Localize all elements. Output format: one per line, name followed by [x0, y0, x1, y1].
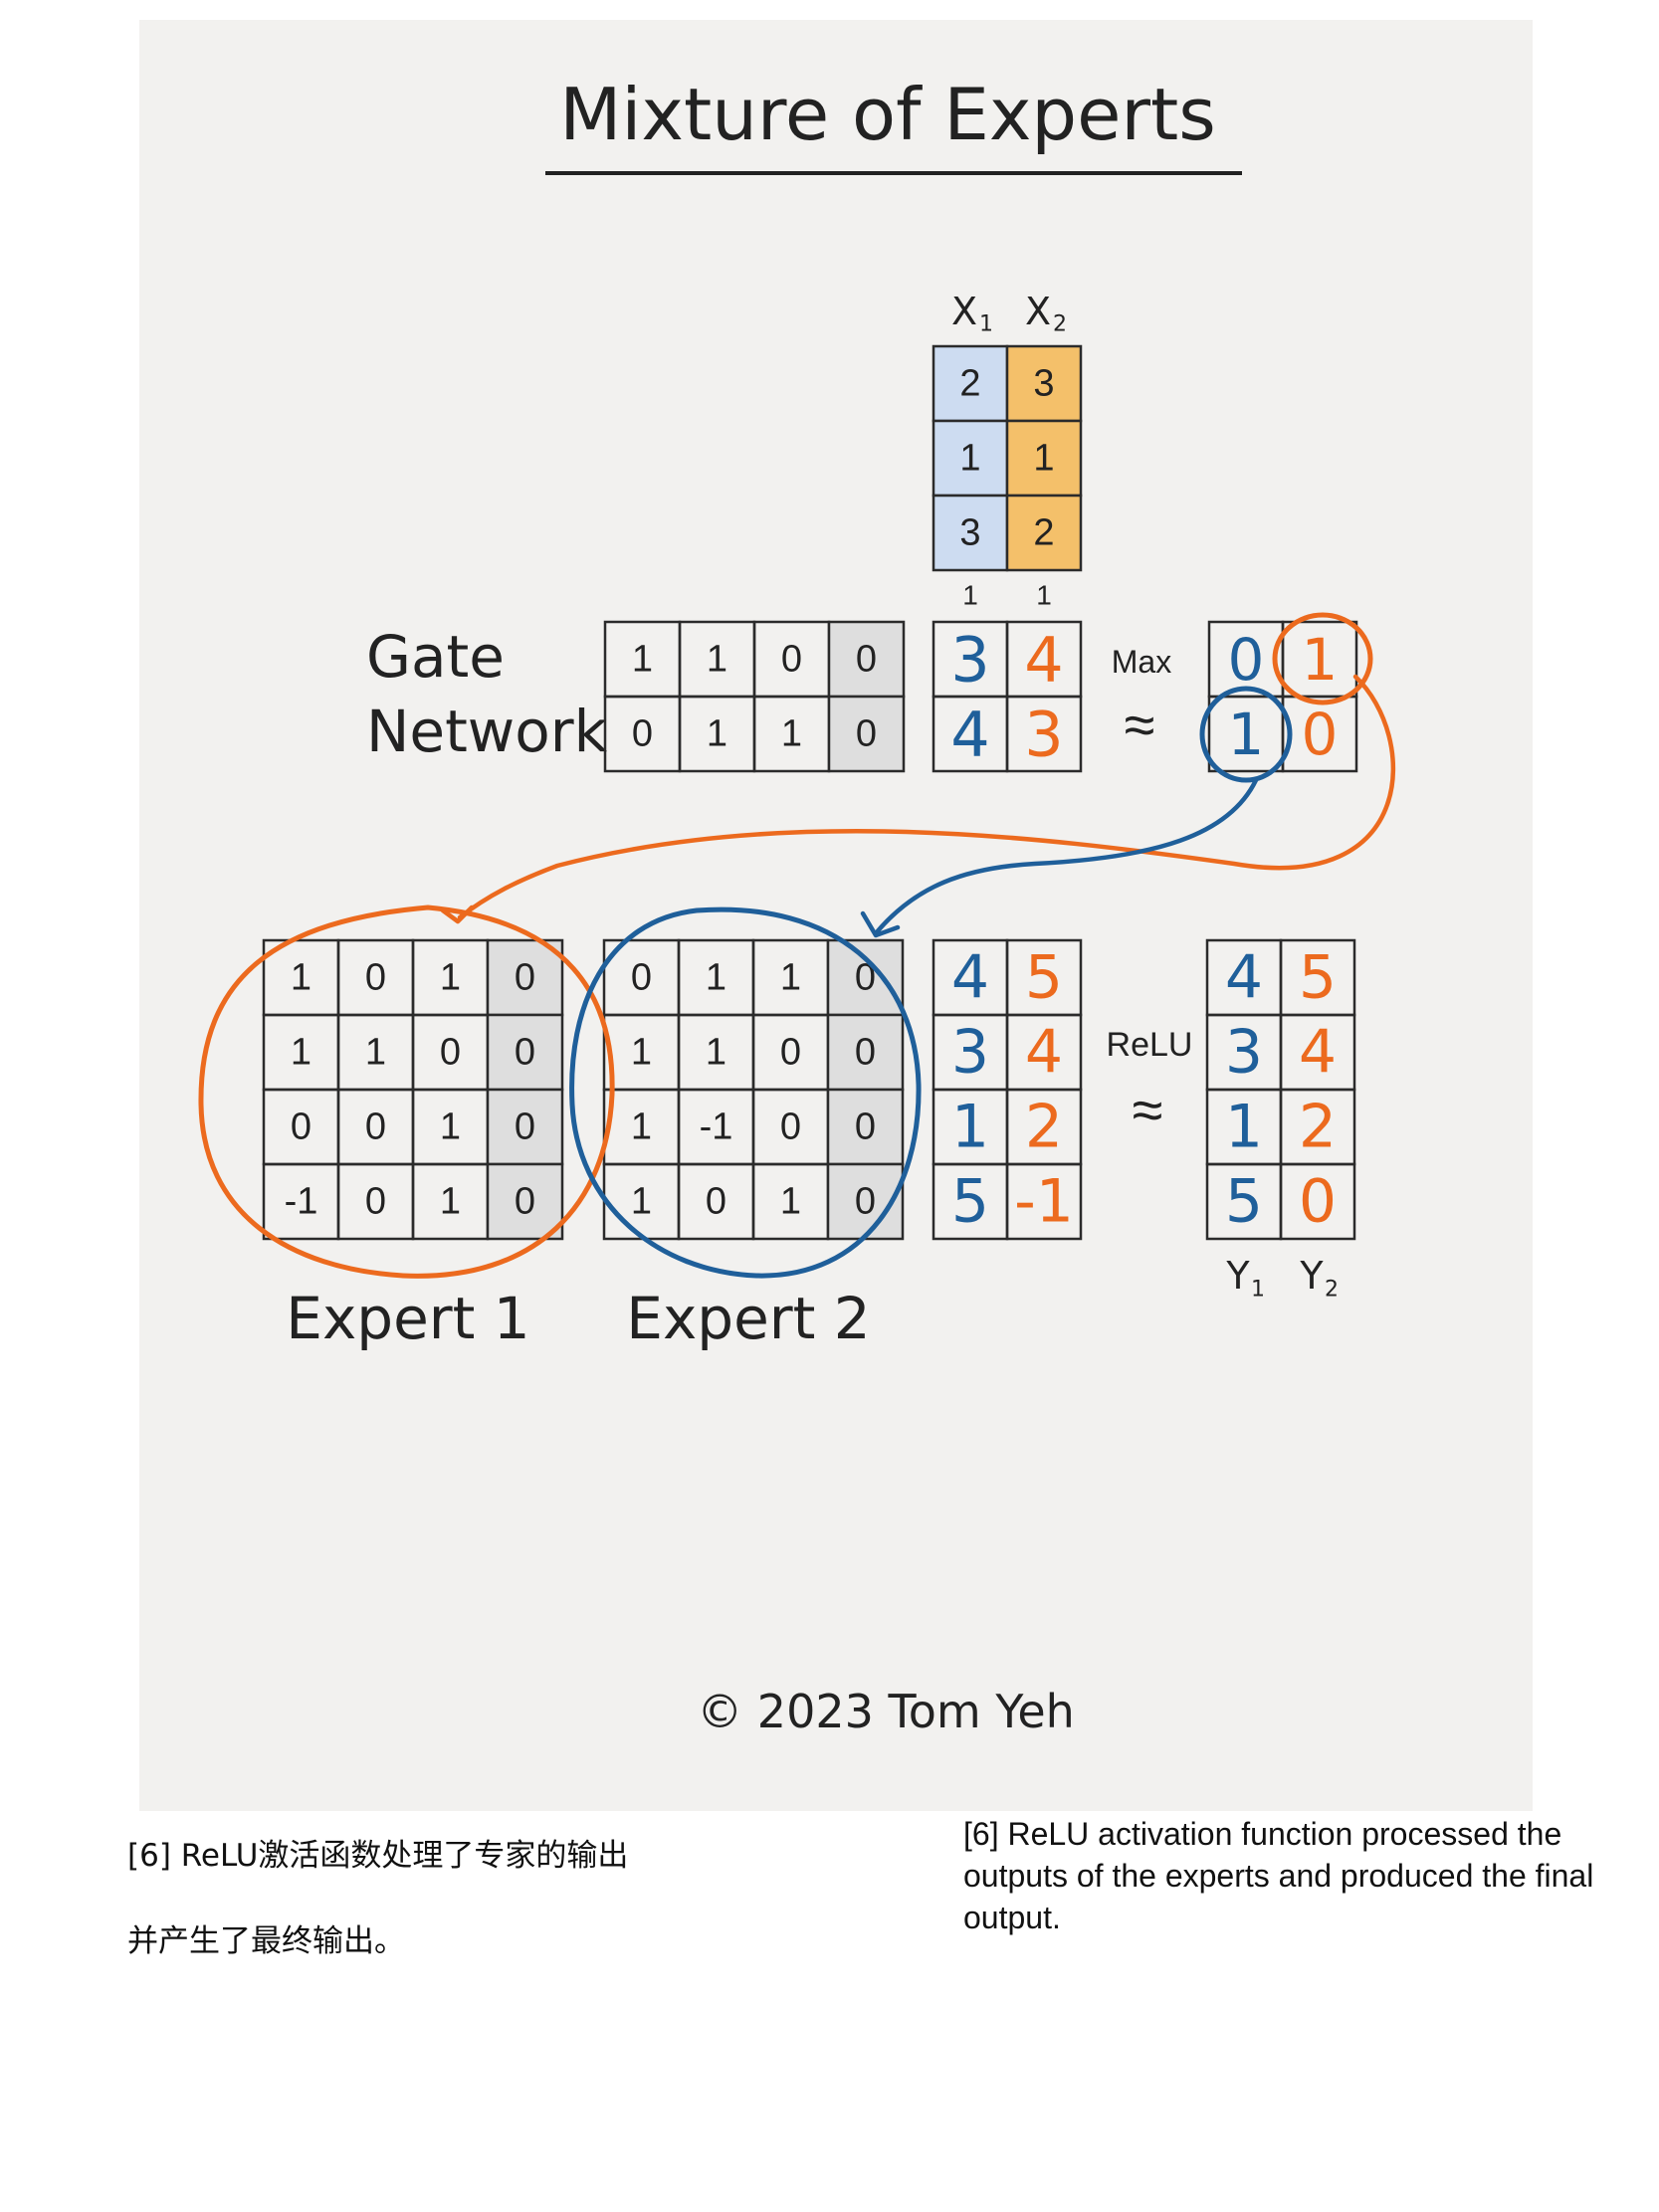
input-header: X	[951, 290, 977, 333]
final-output-value: 5	[1225, 1167, 1263, 1237]
input-value: 1	[1033, 438, 1054, 480]
expert-1-weight: 0	[365, 1181, 386, 1223]
expert-1-weight: 0	[440, 1032, 461, 1074]
final-output-label: Y	[1225, 1254, 1250, 1298]
expert-output-value: -1	[1014, 1167, 1074, 1237]
final-output-value: 1	[1225, 1093, 1263, 1162]
expert-2-weight: 0	[855, 1032, 876, 1074]
expert-output-value: 3	[951, 1018, 989, 1088]
max-label: Max	[1112, 644, 1171, 680]
gate-label-line-1: Gate	[366, 623, 505, 691]
expert-1-weight: 1	[365, 1032, 386, 1074]
expert-1-weight: 0	[291, 1106, 311, 1148]
diagram-title: Mixture of Experts	[559, 73, 1216, 156]
input-value: 2	[1033, 512, 1054, 554]
expert-1-weight: 0	[515, 957, 535, 999]
final-output-label: Y	[1299, 1254, 1324, 1298]
final-output-value: 3	[1225, 1018, 1263, 1088]
expert-2-weight: 0	[780, 1106, 801, 1148]
input-header-subscript: 2	[1053, 312, 1067, 337]
expert-2-weight: 1	[631, 1032, 652, 1074]
moe-diagram: Mixture of Experts2 31 13 2X 1 X 21 1GateNetwor…	[198, 73, 1396, 1738]
input-value: 2	[959, 363, 980, 405]
gate-weight: 0	[632, 713, 653, 755]
bias-value: 1	[1036, 580, 1052, 611]
expert-output-value: 5	[951, 1167, 989, 1237]
expert-1-weight: 1	[291, 957, 311, 999]
expert-2-weight: 0	[855, 1106, 876, 1148]
expert-2-weight: 0	[706, 1181, 726, 1223]
input-header: X	[1025, 290, 1051, 333]
expert-2-weight: 1	[780, 1181, 801, 1223]
caption-zh-line-1: [6] ReLU激活函数处理了专家的输出	[127, 1838, 629, 1874]
relu-label: ReLU	[1107, 1026, 1193, 1064]
gate-weight: 1	[632, 639, 653, 681]
gate-weight: 0	[856, 639, 877, 681]
gate-weight: 1	[707, 639, 727, 681]
expert-2-label: Expert 2	[626, 1285, 870, 1352]
input-value: 3	[959, 512, 980, 554]
gate-label-line-2: Network	[366, 698, 608, 765]
expert-1-weight: 0	[515, 1106, 535, 1148]
expert-1-weight: 1	[440, 1106, 461, 1148]
expert-1-weight: -1	[285, 1181, 318, 1223]
expert-output-value: 4	[1025, 1018, 1063, 1088]
diagram-panel: Mixture of Experts 2 3 1 1 3 2 X 1 X 2 1 1 Gate Networ…	[139, 20, 1533, 1811]
final-output-value: 0	[1299, 1167, 1337, 1237]
final-output-label-subscript: 2	[1325, 1278, 1339, 1303]
expert-2-weight: 1	[631, 1106, 652, 1148]
expert-1-weight: 0	[365, 1106, 386, 1148]
input-value: 1	[959, 438, 980, 480]
caption-zh-line-2: 并产生了最终输出。	[127, 1923, 405, 1959]
expert-1-weight: 0	[365, 957, 386, 999]
gate-weight: 0	[781, 639, 802, 681]
final-output-value: 4	[1299, 1018, 1337, 1088]
gate-output-value: 0	[1302, 701, 1339, 768]
gate-weight: 1	[707, 713, 727, 755]
expert-2-weight: 1	[780, 957, 801, 999]
gate-score: 3	[950, 624, 989, 697]
gate-approx-symbol: ≈	[1125, 694, 1155, 756]
caption-en-text: [6] ReLU activation function processed t…	[963, 1816, 1594, 1935]
expert-2-weight: -1	[700, 1106, 733, 1148]
expert-2-weight: 0	[780, 1032, 801, 1074]
gate-output-value: 0	[1228, 626, 1265, 694]
final-output-value: 5	[1299, 943, 1337, 1013]
expert-output-value: 5	[1025, 943, 1063, 1013]
caption-chinese: [6] ReLU激活函数处理了专家的输出 并产生了最终输出。	[127, 1813, 744, 1984]
expert-1-label: Expert 1	[286, 1285, 529, 1352]
expert-2-weight: 0	[855, 1181, 876, 1223]
gate-output-value: 1	[1302, 626, 1339, 694]
copyright-notice: © 2023 Tom Yeh	[697, 1685, 1075, 1738]
expert-1-weight: 1	[440, 1181, 461, 1223]
expert-output-value: 1	[951, 1093, 989, 1162]
caption-english: [6] ReLU activation function processed t…	[963, 1813, 1640, 1938]
expert-1-weight: 1	[291, 1032, 311, 1074]
final-output-label-subscript: 1	[1251, 1278, 1265, 1303]
gate-output-value: 1	[1228, 701, 1265, 768]
gate-score: 3	[1024, 699, 1063, 771]
gate-score: 4	[950, 699, 989, 771]
expert-2-weight: 1	[706, 1032, 726, 1074]
gate-score: 4	[1024, 624, 1063, 697]
expert-2-weight: 1	[631, 1181, 652, 1223]
expert-2-weight: 1	[706, 957, 726, 999]
expert-output-value: 2	[1025, 1093, 1063, 1162]
bias-value: 1	[962, 580, 978, 611]
expert-2-weight: 0	[631, 957, 652, 999]
final-output-value: 2	[1299, 1093, 1337, 1162]
gate-weight: 1	[781, 713, 802, 755]
expert-output-value: 4	[951, 943, 989, 1013]
relu-approx-symbol: ≈	[1133, 1079, 1163, 1141]
input-value: 3	[1033, 363, 1054, 405]
gate-weight: 0	[856, 713, 877, 755]
expert-1-weight: 1	[440, 957, 461, 999]
expert-1-weight: 0	[515, 1032, 535, 1074]
final-output-value: 4	[1225, 943, 1263, 1013]
input-header-subscript: 1	[979, 312, 993, 337]
expert-1-weight: 0	[515, 1181, 535, 1223]
